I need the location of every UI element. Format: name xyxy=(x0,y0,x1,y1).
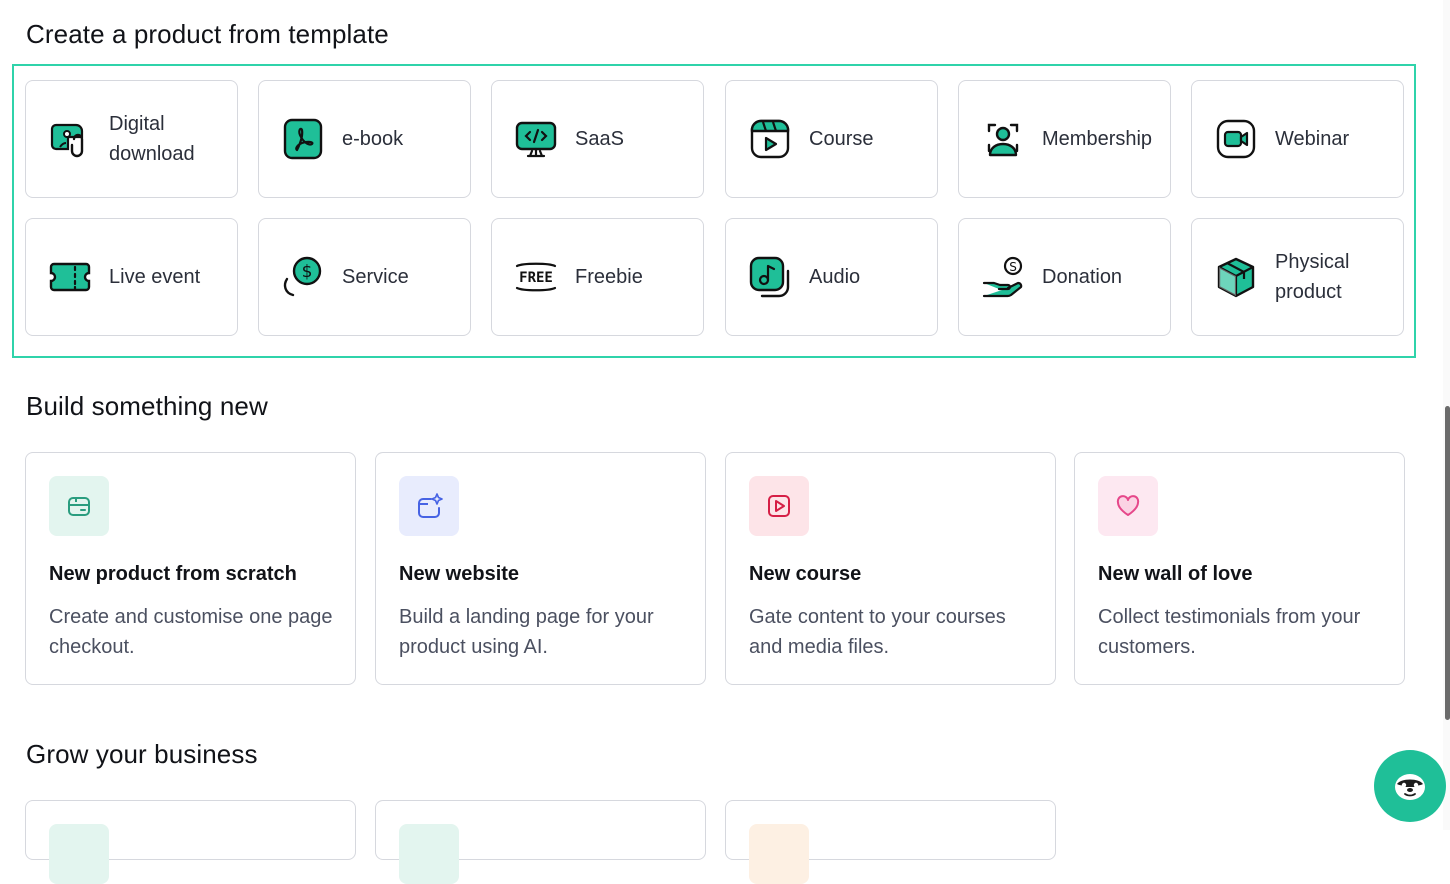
build-card-desc: Create and customise one page checkout. xyxy=(49,606,333,658)
build-card-title: New product from scratch xyxy=(49,563,297,585)
scrollbar-thumb[interactable] xyxy=(1445,406,1450,720)
new-product-card[interactable]: New product from scratch Create and cust… xyxy=(25,452,356,685)
build-card-title: New course xyxy=(749,563,862,585)
course-video-icon xyxy=(748,117,792,161)
svg-text:$: $ xyxy=(302,262,313,282)
template-label: Membership xyxy=(1042,128,1153,150)
new-wall-of-love-card[interactable]: New wall of love Collect testimonials fr… xyxy=(1074,452,1405,685)
product-box-icon xyxy=(49,476,109,536)
build-card-title: New website xyxy=(399,563,520,585)
ticket-icon xyxy=(48,255,92,299)
new-course-card[interactable]: New course Gate content to your courses … xyxy=(725,452,1056,685)
svg-text:S: S xyxy=(1009,260,1017,274)
grow-card[interactable] xyxy=(725,800,1056,884)
svg-text:FREE: FREE xyxy=(519,270,553,286)
webinar-camera-icon xyxy=(1214,117,1258,161)
website-sparkle-icon xyxy=(399,476,459,536)
ebook-pdf-icon xyxy=(281,117,325,161)
template-label: e-book xyxy=(342,128,404,150)
template-card-donation[interactable]: S Donation xyxy=(958,218,1171,336)
play-icon xyxy=(749,476,809,536)
grow-card-icon xyxy=(399,824,459,884)
template-label: Course xyxy=(809,128,874,150)
grow-card-icon xyxy=(749,824,809,884)
grow-card-icon xyxy=(49,824,109,884)
build-card-desc: Collect testimonials from your customers… xyxy=(1098,606,1361,658)
template-card-digital-download[interactable]: Digital download xyxy=(25,80,238,198)
template-card-membership[interactable]: Membership xyxy=(958,80,1171,198)
template-card-course[interactable]: Course xyxy=(725,80,938,198)
saas-monitor-icon xyxy=(514,117,558,161)
template-card-live-event[interactable]: Live event xyxy=(25,218,238,336)
template-card-ebook[interactable]: e-book xyxy=(258,80,471,198)
template-label: SaaS xyxy=(575,128,624,150)
template-card-physical-product[interactable]: Physical product xyxy=(1191,218,1404,336)
template-card-saas[interactable]: SaaS xyxy=(491,80,704,198)
chat-widget-button[interactable] xyxy=(1374,750,1446,822)
template-card-audio[interactable]: Audio xyxy=(725,218,938,336)
heart-icon xyxy=(1098,476,1158,536)
sloth-mascot-icon xyxy=(1395,774,1425,800)
digital-download-icon xyxy=(48,117,92,161)
template-label: Audio xyxy=(809,266,861,288)
new-website-card[interactable]: New website Build a landing page for you… xyxy=(375,452,706,685)
template-label: Donation xyxy=(1042,266,1123,288)
templates-section-title: Create a product from template xyxy=(26,19,389,49)
box-icon xyxy=(1214,255,1258,299)
template-label: Digital download xyxy=(109,113,195,165)
template-label: Live event xyxy=(109,266,201,288)
build-card-desc: Gate content to your courses and media f… xyxy=(749,606,1006,658)
template-card-service[interactable]: $ Service xyxy=(258,218,471,336)
template-card-webinar[interactable]: Webinar xyxy=(1191,80,1404,198)
build-card-desc: Build a landing page for your product us… xyxy=(399,606,654,658)
build-section-title: Build something new xyxy=(26,391,268,421)
grow-section-title: Grow your business xyxy=(26,739,258,769)
grow-card[interactable] xyxy=(375,800,706,884)
donation-hand-icon: S xyxy=(981,255,1025,299)
template-label: Service xyxy=(342,266,409,288)
service-dollar-icon: $ xyxy=(281,255,325,299)
membership-user-icon xyxy=(981,117,1025,161)
template-label: Physical product xyxy=(1275,251,1350,303)
template-label: Webinar xyxy=(1275,128,1350,150)
template-label: Freebie xyxy=(575,266,643,288)
grow-card[interactable] xyxy=(25,800,356,884)
audio-note-icon xyxy=(748,255,792,299)
build-card-title: New wall of love xyxy=(1098,563,1253,585)
template-card-freebie[interactable]: FREE Freebie xyxy=(491,218,704,336)
free-tag-icon: FREE xyxy=(514,255,558,299)
